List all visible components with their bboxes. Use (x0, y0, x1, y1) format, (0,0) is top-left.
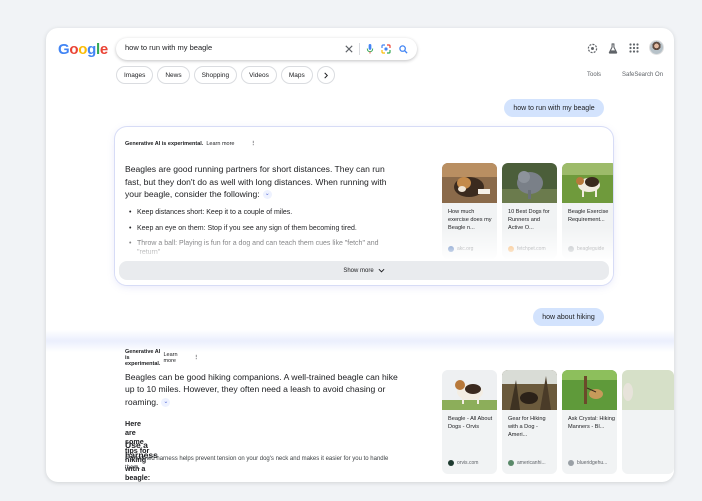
experimental-label: Generative AI is experimental. (125, 349, 161, 367)
more-options-icon[interactable]: ⋮ (194, 355, 200, 361)
source-site-label: blueridgehu... (577, 460, 608, 466)
source-thumbnail (562, 163, 613, 203)
ai-overview-card-1: Generative AI is experimental. Learn mor… (115, 127, 613, 285)
source-thumbnail (622, 370, 674, 410)
search-icon[interactable] (396, 42, 410, 56)
site-favicon-icon (508, 246, 514, 252)
list-item: Throw a ball: Playing is fun for a dog a… (129, 239, 394, 257)
source-card[interactable]: How much exercise does my Beagle n... ak… (442, 163, 497, 259)
chip-maps[interactable]: Maps (280, 66, 313, 84)
clear-icon[interactable] (342, 42, 356, 56)
ai-overview-bullets: Keep distances short: Keep it to a coupl… (129, 208, 394, 264)
lead-text: Beagles are good running partners for sh… (125, 164, 387, 199)
chip-news[interactable]: News (157, 66, 190, 84)
source-thumbnail (442, 370, 497, 410)
source-card[interactable]: Beagle Exercise Requirement... beaglegui… (562, 163, 613, 259)
source-site: fetchpet.com (508, 246, 546, 252)
search-input[interactable]: how to run with my beagle (125, 43, 212, 52)
search-box[interactable]: how to run with my beagle (116, 38, 417, 60)
google-logo[interactable]: Google (58, 41, 108, 58)
source-card[interactable]: Gear for Hiking with a Dog - Ameri... am… (502, 370, 557, 474)
logo-letter: o (69, 41, 79, 58)
source-site-label: akc.org (457, 246, 474, 252)
source-site: americanhi... (508, 460, 546, 466)
list-item: Keep distances short: Keep it to a coupl… (129, 208, 394, 217)
expand-citation-icon[interactable]: ⌄ (161, 397, 171, 407)
source-title: Beagle Exercise Requirement... (568, 209, 609, 223)
query-bubble-1: how to run with my beagle (504, 99, 604, 117)
chevron-right-icon (324, 72, 328, 78)
ai-overview-lead: Beagles can be good hiking companions. A… (125, 371, 405, 408)
ai-overview-header: Generative AI is experimental. Learn mor… (125, 349, 199, 367)
more-options-icon[interactable]: ⋮ (251, 141, 257, 147)
chips-next-button[interactable] (316, 66, 335, 84)
source-thumbnail (502, 163, 557, 203)
chevron-down-icon (378, 268, 385, 273)
source-thumbnail (442, 163, 497, 203)
browser-frame: Google how to run with my beagle Images … (46, 28, 674, 482)
safesearch-button[interactable]: SafeSearch On (622, 72, 663, 78)
source-site-label: fetchpet.com (517, 246, 546, 252)
source-site-label: beagleguide (577, 246, 605, 252)
flask-icon[interactable] (606, 41, 620, 55)
filter-chips: Images News Shopping Videos Maps (116, 66, 335, 84)
source-site: blueridgehu... (568, 460, 607, 466)
site-favicon-icon (448, 246, 454, 252)
ai-overview-header: Generative AI is experimental. Learn mor… (125, 141, 256, 147)
expand-citation-icon[interactable]: ⌄ (262, 190, 272, 200)
source-title: Ask Crystal: Hiking Manners - Bl... (568, 416, 615, 430)
source-card[interactable]: Ask Crystal: Hiking Manners - Bl... blue… (562, 370, 617, 474)
chip-shopping[interactable]: Shopping (193, 66, 238, 84)
experimental-label: Generative AI is experimental. (125, 141, 204, 147)
chip-images[interactable]: Images (116, 66, 154, 84)
site-favicon-icon (568, 246, 574, 252)
source-site-label: americanhi... (517, 460, 546, 466)
site-favicon-icon (568, 460, 574, 466)
list-item: Keep an eye on them: Stop if you see any… (129, 224, 394, 233)
avatar[interactable] (649, 40, 664, 55)
logo-letter: o (78, 41, 88, 58)
source-site: orvis.com (448, 460, 478, 466)
learn-more-link[interactable]: Learn more (206, 141, 234, 147)
site-favicon-icon (508, 460, 514, 466)
source-card-partial[interactable] (622, 370, 674, 474)
source-title: Gear for Hiking with a Dog - Ameri... (508, 416, 546, 438)
apps-grid-icon[interactable] (627, 41, 641, 55)
lens-icon[interactable] (379, 42, 393, 56)
query-bubble-2: how about hiking (533, 308, 604, 326)
source-site-label: orvis.com (457, 460, 479, 466)
microphone-icon[interactable] (363, 42, 377, 56)
show-more-button[interactable]: Show more (119, 261, 609, 280)
logo-letter: e (99, 41, 108, 58)
source-thumbnail (502, 370, 557, 410)
source-thumbnail (562, 370, 617, 410)
source-site: akc.org (448, 246, 473, 252)
search-divider (359, 43, 360, 55)
tools-button[interactable]: Tools (587, 72, 601, 78)
logo-letter: G (58, 41, 70, 58)
source-card[interactable]: Beagle - All About Dogs - Orvis orvis.co… (442, 370, 497, 474)
logo-letter: g (87, 41, 96, 58)
learn-more-link[interactable]: Learn more (163, 352, 177, 364)
harness-text: A chest-led harness helps prevent tensio… (125, 456, 389, 471)
show-more-label: Show more (343, 267, 374, 274)
source-title: 10 Best Dogs for Runners and Active O... (508, 209, 550, 231)
source-site: beagleguide (568, 246, 604, 252)
chip-videos[interactable]: Videos (241, 66, 277, 84)
source-title: How much exercise does my Beagle n... (448, 209, 492, 231)
labs-icon[interactable] (585, 41, 599, 55)
source-title: Beagle - All About Dogs - Orvis (448, 416, 493, 430)
ai-overview-lead: Beagles are good running partners for sh… (125, 163, 387, 201)
site-favicon-icon (448, 460, 454, 466)
source-card[interactable]: 10 Best Dogs for Runners and Active O...… (502, 163, 557, 259)
